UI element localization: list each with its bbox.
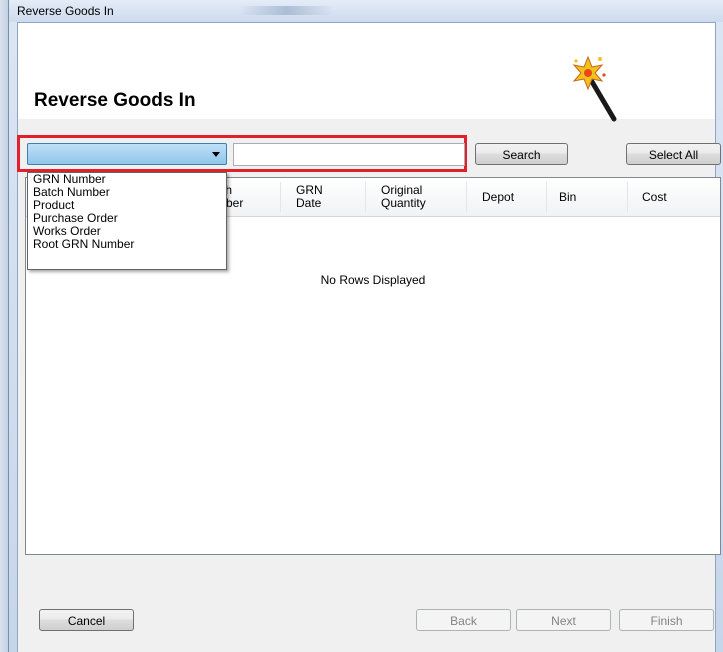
search-field-select[interactable] (27, 143, 227, 165)
dropdown-option-root-grn-number[interactable]: Root GRN Number (33, 238, 226, 251)
search-button[interactable]: Search (475, 143, 568, 165)
column-header-depot[interactable]: Depot (482, 178, 542, 216)
select-all-button[interactable]: Select All (626, 143, 721, 165)
title-bar-blurred-text (239, 6, 334, 15)
title-bar[interactable]: Reverse Goods In (9, 0, 723, 22)
window-title: Reverse Goods In (17, 4, 114, 18)
column-divider (466, 182, 467, 212)
column-divider (627, 182, 628, 212)
chevron-down-icon[interactable] (212, 152, 220, 157)
cancel-button[interactable]: Cancel (39, 609, 134, 631)
column-divider (365, 182, 366, 212)
search-input[interactable] (233, 143, 465, 166)
page-title: Reverse Goods In (34, 90, 196, 111)
window-left-edge (0, 0, 8, 652)
column-header-bin[interactable]: Bin (559, 178, 619, 216)
column-header-cost[interactable]: Cost (642, 178, 702, 216)
column-header-original-quantity[interactable]: Original Quantity (381, 178, 461, 216)
search-field-dropdown-list[interactable]: GRN Number Batch Number Product Purchase… (27, 172, 227, 270)
next-button[interactable]: Next (516, 609, 611, 631)
column-divider (546, 182, 547, 212)
back-button[interactable]: Back (416, 609, 511, 631)
wizard-header: Reverse Goods In (18, 23, 715, 122)
finish-button[interactable]: Finish (619, 609, 714, 631)
grid-empty-message: No Rows Displayed (320, 273, 426, 287)
column-header-grn-date[interactable]: GRN Date (296, 178, 356, 216)
column-divider (280, 182, 281, 212)
magic-wand-icon (572, 55, 617, 122)
